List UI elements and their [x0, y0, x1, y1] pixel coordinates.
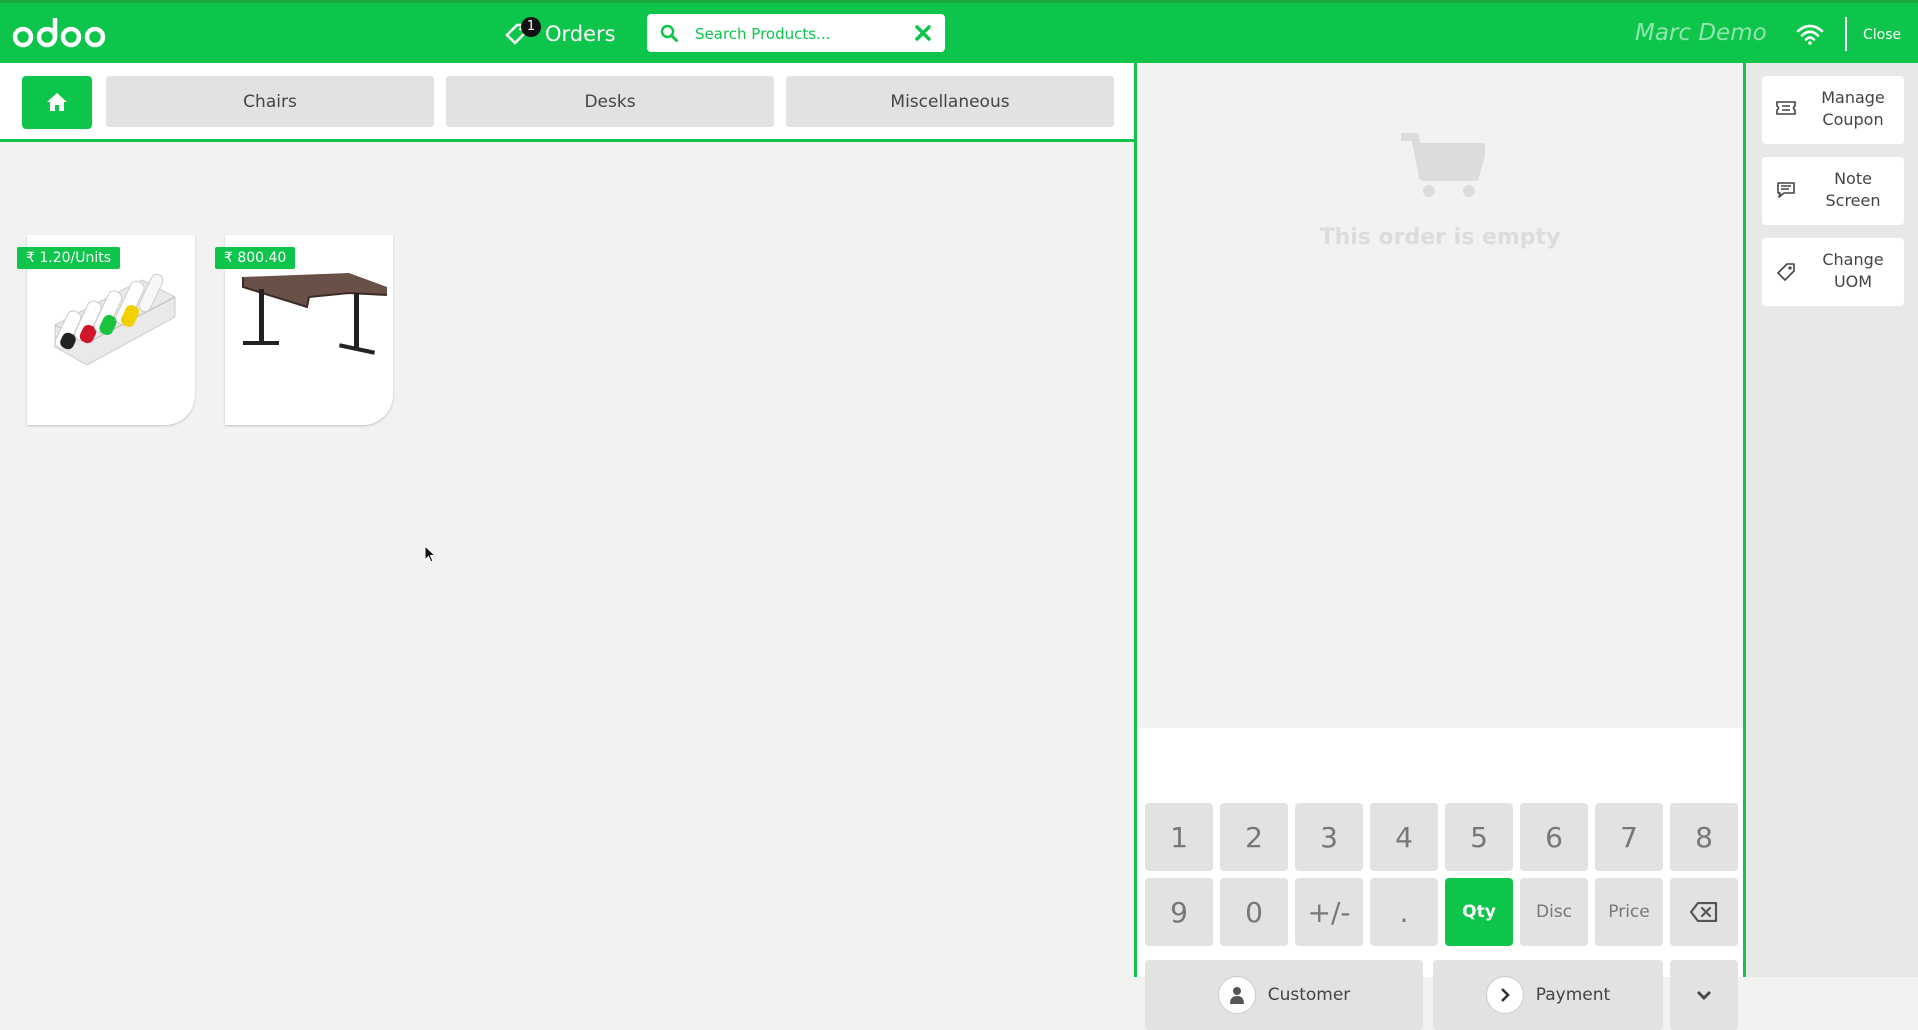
- whiteboard-markers-image: [54, 273, 176, 365]
- note-screen-label-1: Note: [1834, 169, 1872, 188]
- numpad-key-9[interactable]: 9: [1145, 878, 1213, 946]
- numpad-key-2[interactable]: 2: [1220, 803, 1288, 871]
- note-icon: [1777, 182, 1795, 198]
- search-box: [647, 14, 945, 52]
- product-price-badge: ₹ 800.40: [215, 247, 296, 269]
- numpad-key-3[interactable]: 3: [1295, 803, 1363, 871]
- chevron-down-icon: [1697, 991, 1711, 1000]
- numpad: 1 2 3 4 5 6 7 8 9 0 +/- . Qty Disc Price: [1137, 728, 1743, 1030]
- mode-disc-button[interactable]: Disc: [1520, 878, 1588, 946]
- search-input[interactable]: [693, 20, 897, 48]
- product-price-badge: ₹ 1.20/Units: [17, 247, 121, 269]
- manage-coupon-label-2: Coupon: [1822, 110, 1884, 129]
- tag-icon: [1777, 263, 1795, 281]
- empty-order-message: This order is empty: [1319, 225, 1561, 250]
- category-miscellaneous[interactable]: Miscellaneous: [786, 76, 1114, 127]
- backspace-button[interactable]: [1670, 878, 1738, 946]
- change-uom-label-2: UOM: [1833, 272, 1873, 291]
- wifi-icon: [1796, 24, 1824, 45]
- numpad-key-4[interactable]: 4: [1370, 803, 1438, 871]
- home-icon: [47, 93, 67, 111]
- category-bar: Chairs Desks Miscellaneous: [0, 63, 1134, 142]
- cashier-name[interactable]: Marc Demo: [1635, 20, 1767, 46]
- orders-label: Orders: [545, 22, 616, 46]
- numpad-key-7[interactable]: 7: [1595, 803, 1663, 871]
- more-options-button[interactable]: [1670, 960, 1738, 1030]
- close-button[interactable]: Close: [1863, 27, 1901, 43]
- note-screen-button[interactable]: Note Screen: [1762, 157, 1904, 225]
- numpad-key-5[interactable]: 5: [1445, 803, 1513, 871]
- change-uom-label-1: Change: [1822, 250, 1884, 269]
- numpad-key-decimal[interactable]: .: [1370, 878, 1438, 946]
- orders-tag-icon: 1: [503, 17, 541, 47]
- product-screen: Chairs Desks Miscellaneous ₹ 1.20/Units: [0, 63, 1134, 977]
- payment-button[interactable]: Payment: [1433, 960, 1663, 1030]
- mode-price-button[interactable]: Price: [1595, 878, 1663, 946]
- ticket-icon: [1776, 101, 1796, 115]
- clear-search-icon[interactable]: [913, 23, 933, 43]
- category-chairs[interactable]: Chairs: [106, 76, 434, 127]
- change-uom-button[interactable]: Change UOM: [1762, 238, 1904, 306]
- category-desks[interactable]: Desks: [446, 76, 774, 127]
- numpad-key-0[interactable]: 0: [1220, 878, 1288, 946]
- empty-cart-icon: [1401, 133, 1485, 197]
- odoo-logo: [12, 18, 106, 48]
- numpad-key-plus-minus[interactable]: +/-: [1295, 878, 1363, 946]
- numpad-key-1[interactable]: 1: [1145, 803, 1213, 871]
- orders-button[interactable]: 1 Orders: [503, 15, 616, 53]
- customer-button[interactable]: Customer: [1145, 960, 1423, 1030]
- orders-count-badge: 1: [521, 17, 541, 37]
- user-icon: [1217, 976, 1256, 1014]
- numpad-key-8[interactable]: 8: [1670, 803, 1738, 871]
- note-screen-label-2: Screen: [1825, 191, 1881, 210]
- desk-image: [242, 273, 388, 355]
- order-pane: This order is empty 1 2 3 4 5 6 7 8 9 0 …: [1134, 63, 1746, 1030]
- payment-label: Payment: [1535, 985, 1611, 1005]
- numpad-key-6[interactable]: 6: [1520, 803, 1588, 871]
- search-icon: [660, 24, 678, 42]
- control-buttons-pane: Manage Coupon Note Screen Change UOM: [1746, 63, 1918, 977]
- mode-qty-button[interactable]: Qty: [1445, 878, 1513, 946]
- separator: [1845, 17, 1847, 51]
- mouse-cursor-icon: [424, 545, 437, 563]
- manage-coupon-button[interactable]: Manage Coupon: [1762, 76, 1904, 144]
- product-card[interactable]: ₹ 800.40: [215, 235, 393, 425]
- backspace-icon: [1690, 902, 1718, 922]
- customer-label: Customer: [1267, 985, 1351, 1005]
- chevron-right-icon: [1485, 976, 1524, 1014]
- top-bar: 1 Orders Marc Demo Close: [0, 0, 1918, 63]
- home-category-button[interactable]: [22, 76, 92, 129]
- manage-coupon-label-1: Manage: [1821, 88, 1885, 107]
- product-card[interactable]: ₹ 1.20/Units: [17, 235, 195, 425]
